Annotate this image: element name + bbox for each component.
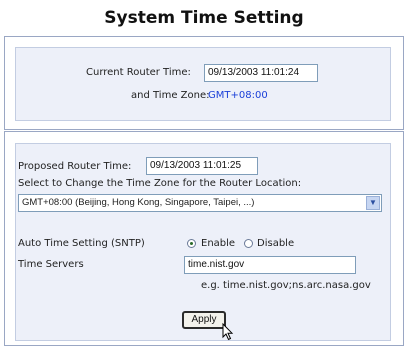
time-servers-label: Time Servers bbox=[18, 259, 84, 270]
proposed-router-time-label: Proposed Router Time: bbox=[18, 161, 132, 172]
mouse-pointer-icon bbox=[222, 323, 234, 341]
current-router-time-label: Current Router Time: bbox=[86, 67, 191, 78]
time-servers-input[interactable]: time.nist.gov bbox=[184, 256, 356, 274]
select-time-zone-label: Select to Change the Time Zone for the R… bbox=[18, 178, 302, 189]
chevron-down-icon[interactable]: ▼ bbox=[366, 196, 380, 210]
proposed-router-time-input[interactable]: 09/13/2003 11:01:25 bbox=[146, 157, 258, 175]
time-zone-label: and Time Zone: bbox=[131, 90, 210, 101]
apply-button[interactable]: Apply bbox=[182, 311, 226, 329]
sntp-enable-radio[interactable] bbox=[187, 239, 196, 248]
time-servers-hint: e.g. time.nist.gov;ns.arc.nasa.gov bbox=[201, 280, 371, 291]
time-zone-selected-value: GMT+08:00 (Beijing, Hong Kong, Singapore… bbox=[22, 197, 255, 208]
time-zone-select[interactable]: GMT+08:00 (Beijing, Hong Kong, Singapore… bbox=[18, 194, 382, 212]
sntp-label: Auto Time Setting (SNTP) bbox=[18, 238, 145, 249]
time-zone-value: GMT+08:00 bbox=[208, 90, 268, 101]
current-time-panel bbox=[15, 47, 391, 121]
sntp-disable-radio[interactable] bbox=[244, 239, 253, 248]
current-router-time-field: 09/13/2003 11:01:24 bbox=[204, 64, 318, 82]
sntp-enable-label: Enable bbox=[201, 238, 236, 249]
sntp-disable-label: Disable bbox=[257, 238, 295, 249]
page-title: System Time Setting bbox=[104, 8, 304, 28]
